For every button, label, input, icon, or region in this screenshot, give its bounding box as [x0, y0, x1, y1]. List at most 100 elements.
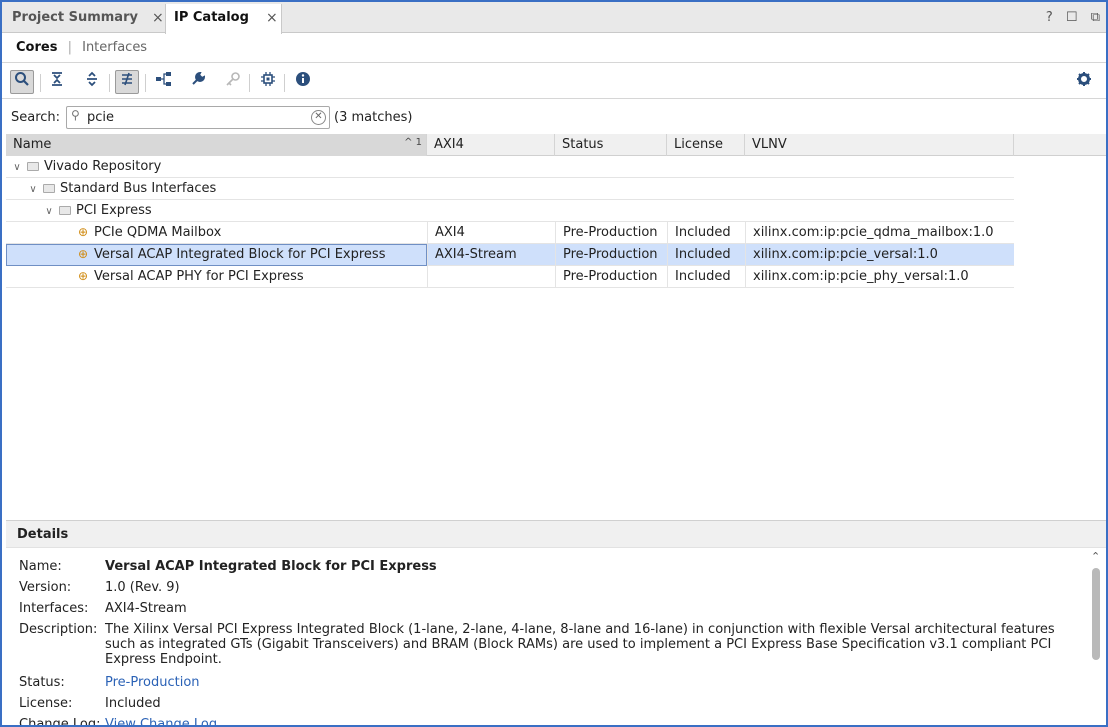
search-row: Search: ⚲ ✕ (3 matches): [2, 102, 1106, 134]
search-field[interactable]: ⚲ ✕: [66, 106, 330, 129]
toolbar-separator: [109, 74, 110, 92]
detail-name-value: Versal ACAP Integrated Block for PCI Exp…: [105, 559, 437, 574]
axi-cell: [427, 266, 555, 288]
close-icon[interactable]: ×: [266, 4, 278, 32]
column-header-vlnv[interactable]: VLNV: [745, 134, 1014, 156]
tree-node: ∨ Standard Bus Interfaces: [26, 178, 216, 200]
vlnv-cell: xilinx.com:ip:pcie_versal:1.0: [745, 244, 1014, 266]
info-icon[interactable]: [291, 70, 315, 94]
search-icon[interactable]: [10, 70, 34, 94]
column-header-status[interactable]: Status: [555, 134, 667, 156]
ip-name-cell: ⊕ Versal ACAP PHY for PCI Express: [6, 266, 427, 288]
column-header-license[interactable]: License: [667, 134, 745, 156]
help-icon[interactable]: ?: [1046, 10, 1053, 25]
ip-name-cell: ⊕ Versal ACAP Integrated Block for PCI Ex…: [6, 244, 427, 266]
restore-icon[interactable]: ☐: [1066, 10, 1078, 25]
close-icon[interactable]: ×: [152, 4, 164, 32]
ip-name: Versal ACAP PHY for PCI Express: [94, 269, 304, 284]
toolbar: [2, 64, 1106, 99]
details-header: Details: [6, 520, 1106, 548]
ip-core-icon: ⊕: [77, 225, 89, 239]
ip-core-icon: ⊕: [77, 269, 89, 283]
tree-label: PCI Express: [76, 203, 152, 218]
detail-label: Status:: [19, 675, 65, 690]
column-label: Name: [13, 137, 52, 152]
toolbar-separator: [40, 74, 41, 92]
column-header-axi4[interactable]: AXI4: [427, 134, 555, 156]
axi-cell: AXI4-Stream: [427, 244, 555, 266]
expand-all-icon[interactable]: [80, 70, 104, 94]
tab-cores[interactable]: Cores: [16, 40, 57, 55]
match-count: (3 matches): [334, 110, 413, 125]
float-icon[interactable]: ⧉: [1091, 10, 1100, 25]
tree-row-repository[interactable]: ∨ Vivado Repository: [6, 156, 1014, 178]
toolbar-separator: [284, 74, 285, 92]
sort-indicator: ^ 1: [404, 137, 422, 148]
changelog-link[interactable]: View Change Log: [105, 717, 1073, 725]
chevron-down-icon[interactable]: ∨: [42, 201, 56, 222]
tab-bar: Project Summary × IP Catalog × ? ☐ ⧉: [2, 2, 1106, 34]
status-cell: Pre-Production: [555, 244, 667, 266]
status-cell: Pre-Production: [555, 222, 667, 244]
detail-description-value: The Xilinx Versal PCI Express Integrated…: [105, 622, 1055, 667]
window-controls: ? ☐ ⧉: [1037, 2, 1100, 33]
ip-catalog-window: Project Summary × IP Catalog × ? ☐ ⧉ Cor…: [0, 0, 1108, 727]
folder-icon: [27, 162, 39, 171]
clear-icon[interactable]: ✕: [311, 110, 326, 125]
folder-icon: [59, 206, 71, 215]
detail-label: Description:: [19, 622, 98, 637]
ip-core-icon: ⊕: [77, 247, 89, 261]
tree-node: ∨ PCI Express: [42, 200, 152, 222]
status-cell: Pre-Production: [555, 266, 667, 288]
detail-label: Version:: [19, 580, 72, 595]
filter-icon[interactable]: [115, 70, 139, 94]
tab-label: IP Catalog: [174, 10, 249, 25]
wrench-icon[interactable]: [186, 70, 210, 94]
detail-label: License:: [19, 696, 73, 711]
status-link[interactable]: Pre-Production: [105, 675, 1073, 690]
key-icon[interactable]: [221, 70, 245, 94]
detail-license-value: Included: [105, 696, 161, 711]
tree-node: ∨ Vivado Repository: [10, 156, 161, 178]
search-label: Search:: [11, 110, 61, 125]
hierarchy-icon[interactable]: [152, 70, 176, 94]
table-header: Name ^ 1 AXI4 Status License VLNV: [6, 134, 1106, 156]
license-cell: Included: [667, 266, 745, 288]
table-row[interactable]: ⊕ PCIe QDMA Mailbox AXI4 Pre-Production I…: [6, 222, 1014, 244]
vlnv-cell: xilinx.com:ip:pcie_phy_versal:1.0: [745, 266, 1014, 288]
tab-project-summary[interactable]: Project Summary ×: [4, 4, 167, 33]
table-row-selected[interactable]: ⊕ Versal ACAP Integrated Block for PCI Ex…: [6, 244, 1014, 266]
ip-table: Name ^ 1 AXI4 Status License VLNV ∨ Vivad…: [6, 134, 1106, 520]
scrollbar-thumb[interactable]: [1092, 568, 1100, 660]
collapse-all-icon[interactable]: [45, 70, 69, 94]
license-cell: Included: [667, 244, 745, 266]
search-input[interactable]: [87, 108, 307, 127]
toolbar-separator: [249, 74, 250, 92]
license-cell: Included: [667, 222, 745, 244]
details-scrollbar[interactable]: ⌃: [1090, 550, 1102, 722]
subtab-separator: |: [67, 40, 72, 55]
ip-name-cell: ⊕ PCIe QDMA Mailbox: [6, 222, 427, 244]
chevron-up-icon[interactable]: ⌃: [1091, 550, 1100, 563]
tab-ip-catalog[interactable]: IP Catalog ×: [165, 4, 282, 34]
folder-icon: [43, 184, 55, 193]
detail-label: Change Log:: [19, 717, 101, 727]
tree-label: Vivado Repository: [44, 159, 162, 174]
tree-row-bus-interfaces[interactable]: ∨ Standard Bus Interfaces: [6, 178, 1014, 200]
chevron-down-icon[interactable]: ∨: [10, 157, 24, 178]
search-icon: ⚲: [71, 108, 80, 122]
detail-label: Name:: [19, 559, 62, 574]
column-header-name[interactable]: Name ^ 1: [6, 134, 427, 156]
detail-version-value: 1.0 (Rev. 9): [105, 580, 180, 595]
table-row[interactable]: ⊕ Versal ACAP PHY for PCI Express Pre-Pro…: [6, 266, 1014, 288]
chevron-down-icon[interactable]: ∨: [26, 179, 40, 200]
tree-row-pci-express[interactable]: ∨ PCI Express: [6, 200, 1014, 222]
vlnv-cell: xilinx.com:ip:pcie_qdma_mailbox:1.0: [745, 222, 1014, 244]
chip-icon[interactable]: [256, 70, 280, 94]
tab-interfaces[interactable]: Interfaces: [82, 40, 147, 55]
gear-icon[interactable]: [1072, 70, 1096, 94]
axi-cell: AXI4: [427, 222, 555, 244]
sub-tabs: Cores | Interfaces: [2, 33, 1106, 63]
toolbar-separator: [145, 74, 146, 92]
detail-label: Interfaces:: [19, 601, 89, 616]
